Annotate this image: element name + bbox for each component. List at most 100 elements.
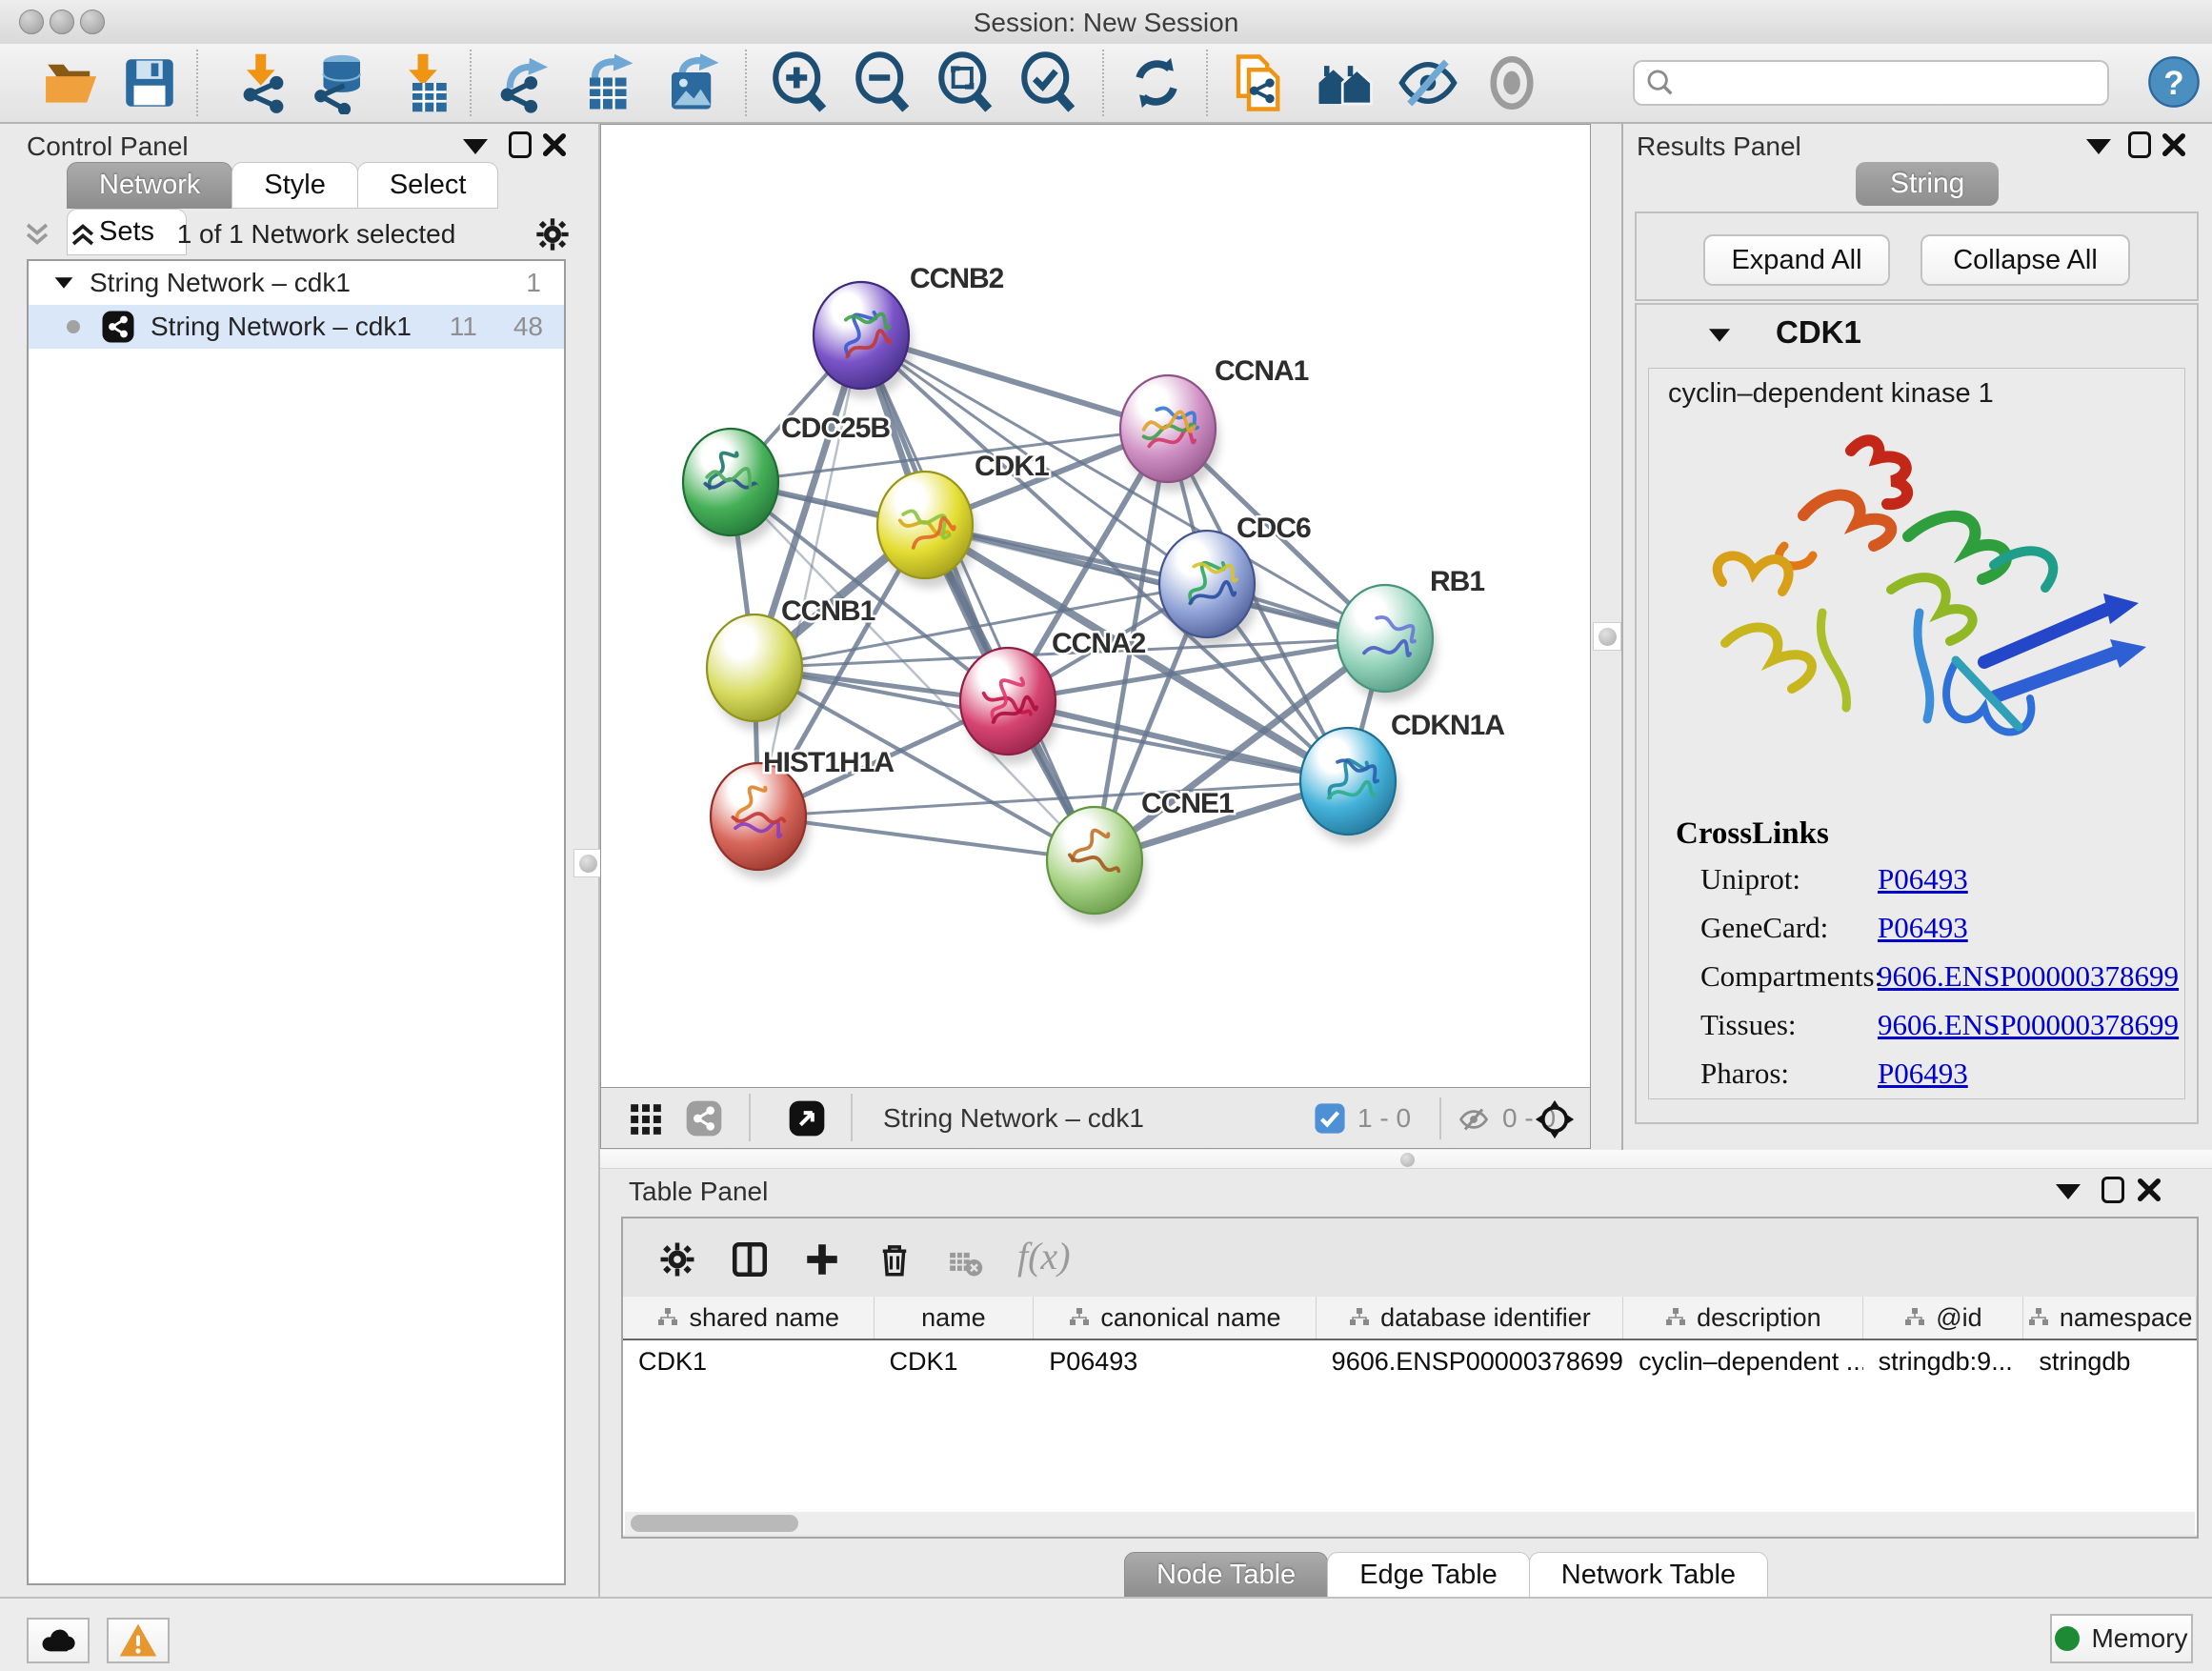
crosslink-link[interactable]: P06493 — [1878, 1057, 1968, 1091]
table-cell[interactable]: P06493 — [1034, 1347, 1316, 1377]
update-network-icon[interactable] — [1125, 51, 1188, 114]
birds-eye-view-icon[interactable] — [788, 1099, 826, 1137]
network-node-CDC6[interactable] — [1159, 531, 1258, 647]
table-cell[interactable]: CDK1 — [875, 1347, 1035, 1377]
tree-expander-icon[interactable] — [55, 277, 73, 289]
column-header-description[interactable]: description — [1623, 1297, 1863, 1339]
help-icon[interactable]: ? — [2147, 55, 2201, 109]
collapse-all-icon[interactable] — [21, 218, 53, 251]
save-session-icon[interactable] — [118, 51, 181, 114]
collapse-all-button[interactable]: Collapse All — [1920, 234, 2130, 286]
tab-string[interactable]: String — [1856, 162, 1999, 206]
table-cell[interactable]: 9606.ENSP00000378699 — [1317, 1347, 1623, 1377]
network-canvas[interactable]: CCNB2CCNA1CDC25BCDK1CDC6RB1CCNB1CCNA2CDK… — [600, 124, 1591, 1088]
selected-checkbox-icon[interactable] — [1314, 1102, 1346, 1135]
scrollbar-thumb[interactable] — [631, 1515, 798, 1532]
delete-column-icon[interactable] — [875, 1239, 915, 1279]
table-cell[interactable]: stringdb:9... — [1863, 1347, 2024, 1377]
network-collection-row[interactable]: String Network – cdk1 1 — [29, 261, 564, 305]
tab-select[interactable]: Select — [357, 162, 499, 209]
export-table-icon[interactable] — [579, 51, 642, 114]
column-header-database-identifier[interactable]: database identifier — [1317, 1297, 1623, 1339]
tab-edge-table[interactable]: Edge Table — [1327, 1552, 1530, 1599]
panel-float-icon[interactable] — [509, 131, 532, 158]
panel-float-icon[interactable] — [2128, 131, 2151, 158]
node-label-CCNA1: CCNA1 — [1215, 355, 1309, 387]
zoom-in-icon[interactable] — [768, 51, 831, 114]
string-panel-toggle-icon[interactable] — [685, 1099, 723, 1137]
new-network-from-selection-icon[interactable] — [1228, 51, 1291, 114]
panel-close-icon[interactable] — [541, 131, 568, 158]
panel-menu-icon[interactable] — [2056, 1184, 2081, 1199]
hidden-eye-slash-icon[interactable] — [1457, 1102, 1491, 1137]
control-panel-splitter-handle[interactable] — [573, 849, 602, 877]
table-cell[interactable]: CDK1 — [623, 1347, 875, 1377]
network-node-RB1[interactable] — [1337, 585, 1437, 701]
export-network-icon[interactable] — [492, 51, 554, 114]
import-network-file-icon[interactable] — [227, 51, 290, 114]
crosslink-link[interactable]: P06493 — [1878, 911, 1968, 945]
network-edge-CCNB2-HIST1H1A[interactable] — [758, 335, 861, 816]
column-header-namespace[interactable]: namespace — [2023, 1297, 2197, 1339]
panel-menu-icon[interactable] — [2086, 139, 2111, 154]
add-column-icon[interactable] — [802, 1239, 842, 1279]
grid-view-icon[interactable] — [628, 1101, 664, 1137]
hide-selected-icon[interactable] — [1397, 51, 1459, 114]
first-neighbors-icon[interactable] — [1314, 51, 1377, 114]
zoom-fit-icon[interactable] — [934, 51, 996, 114]
panel-close-icon[interactable] — [2161, 131, 2187, 158]
protein-collapse-icon[interactable] — [1709, 329, 1730, 342]
network-edge-CCNB2-CCNE1[interactable] — [861, 335, 1095, 860]
tab-network-table[interactable]: Network Table — [1529, 1552, 1768, 1599]
horizontal-scrollbar[interactable] — [625, 1512, 2195, 1535]
crosslink-link[interactable]: P06493 — [1878, 862, 1968, 896]
column-header--id[interactable]: @id — [1863, 1297, 2024, 1339]
gear-icon[interactable] — [533, 215, 572, 253]
tab-node-table[interactable]: Node Table — [1124, 1552, 1328, 1599]
table-cell[interactable]: cyclin–dependent ... — [1623, 1347, 1863, 1377]
search-input[interactable] — [1633, 60, 2109, 106]
table-settings-gear-icon[interactable] — [657, 1239, 697, 1279]
results-splitter-handle[interactable] — [1593, 622, 1621, 651]
panel-close-icon[interactable] — [2136, 1177, 2162, 1203]
network-node-CDKN1A[interactable] — [1300, 728, 1399, 844]
fit-content-crosshair-icon[interactable] — [1533, 1097, 1577, 1141]
tab-style[interactable]: Style — [231, 162, 357, 209]
panel-menu-icon[interactable] — [463, 139, 488, 154]
open-session-icon[interactable] — [40, 51, 103, 114]
expand-all-icon[interactable] — [67, 218, 99, 251]
panel-float-icon[interactable] — [2101, 1177, 2124, 1203]
network-row[interactable]: String Network – cdk1 11 48 — [29, 305, 564, 349]
show-hidden-icon[interactable] — [1480, 51, 1543, 114]
network-node-CDK1[interactable] — [877, 472, 976, 588]
network-node-CCNE1[interactable] — [1047, 807, 1146, 923]
zoom-out-icon[interactable] — [851, 51, 914, 114]
expand-all-button[interactable]: Expand All — [1703, 234, 1890, 286]
zoom-selected-icon[interactable] — [1016, 51, 1079, 114]
column-header-canonical-name[interactable]: canonical name — [1034, 1297, 1316, 1339]
column-header-shared-name[interactable]: shared name — [623, 1297, 875, 1339]
show-columns-icon[interactable] — [730, 1239, 770, 1279]
table-splitter-handle[interactable] — [1395, 1152, 1419, 1167]
memory-button[interactable]: Memory — [2050, 1614, 2193, 1663]
delete-table-icon[interactable] — [947, 1245, 983, 1281]
network-node-CCNB2[interactable] — [814, 282, 913, 398]
crosslink-link[interactable]: 9606.ENSP00000378699 — [1878, 959, 2179, 994]
toolbar-separator — [1206, 50, 1208, 116]
cloud-button[interactable] — [27, 1618, 90, 1663]
network-node-HIST1H1A[interactable] — [711, 763, 810, 879]
crosslink-link[interactable]: 9606.ENSP00000378699 — [1878, 1008, 2179, 1042]
network-node-CCNA2[interactable] — [960, 648, 1059, 764]
warning-button[interactable] — [107, 1618, 170, 1663]
export-image-icon[interactable] — [661, 51, 724, 114]
network-node-CCNA1[interactable] — [1120, 375, 1219, 492]
table-cell[interactable]: stringdb — [2023, 1347, 2197, 1377]
tab-network[interactable]: Network — [67, 162, 232, 209]
table-row[interactable]: CDK1CDK1P064939606.ENSP00000378699cyclin… — [623, 1340, 2197, 1382]
function-builder-icon[interactable]: f(x) — [1017, 1234, 1071, 1278]
import-table-file-icon[interactable] — [392, 51, 454, 114]
network-node-CDC25B[interactable] — [683, 429, 782, 545]
column-header-name[interactable]: name — [875, 1297, 1035, 1339]
import-network-database-icon[interactable] — [308, 51, 371, 114]
table-header-row[interactable]: shared namenamecanonical namedatabase id… — [623, 1297, 2197, 1340]
